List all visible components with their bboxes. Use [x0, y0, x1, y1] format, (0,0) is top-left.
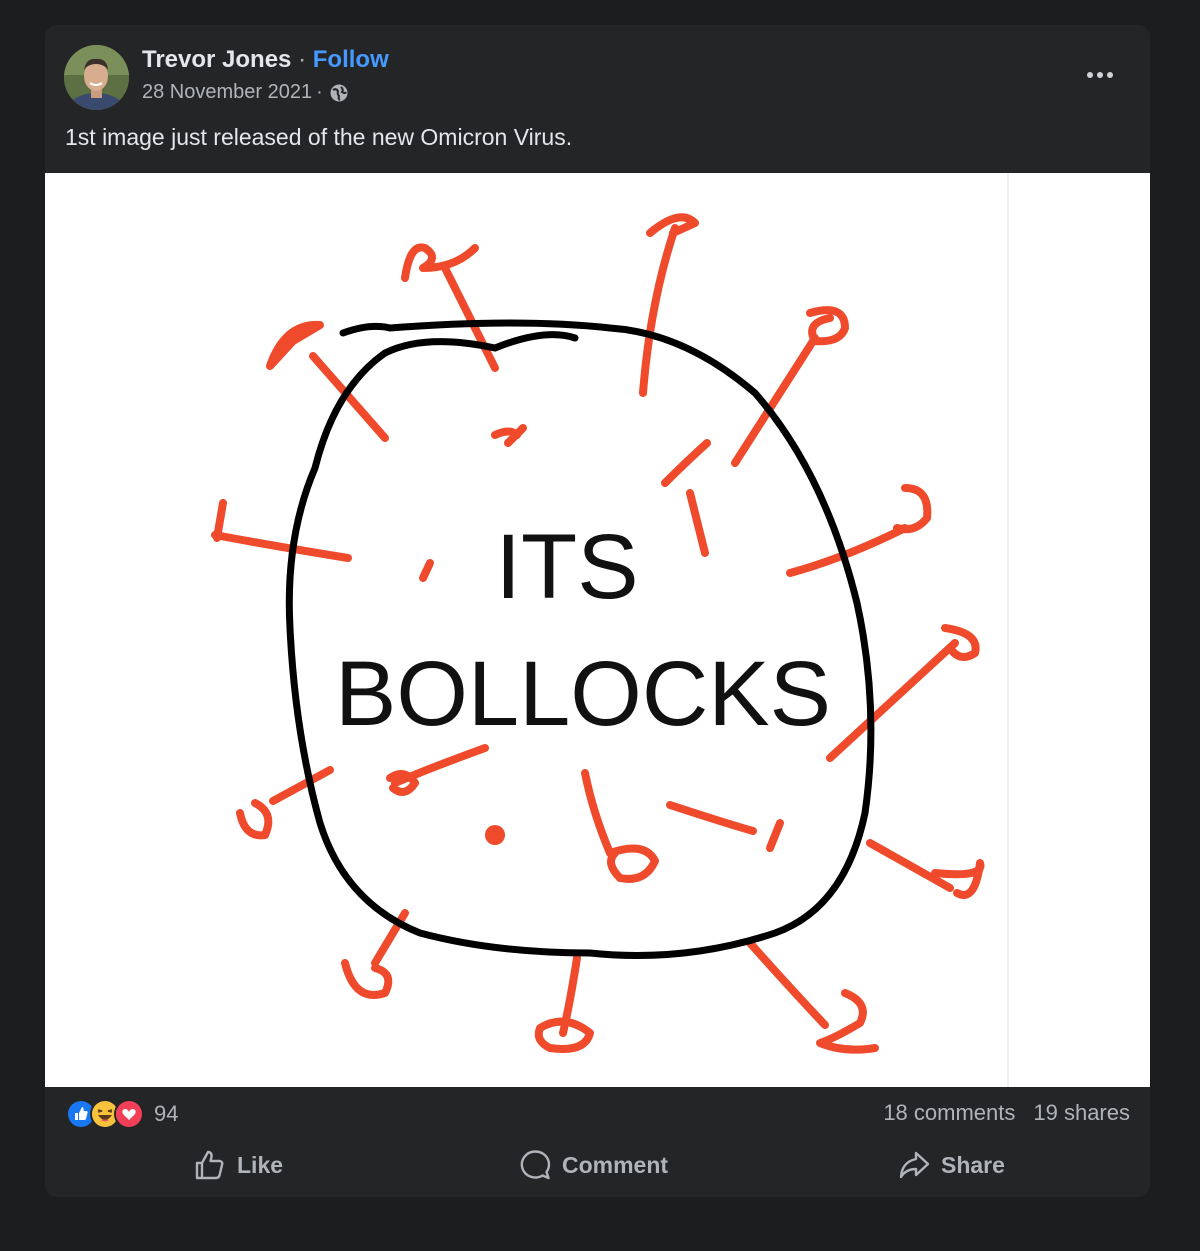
virus-outline: [285, 319, 875, 959]
post-meta: 28 November 2021 ·: [142, 81, 349, 104]
like-button[interactable]: Like: [193, 1143, 283, 1187]
more-options-icon[interactable]: [1080, 63, 1120, 87]
post-date[interactable]: 28 November 2021: [142, 81, 312, 104]
thumbs-up-icon: [195, 1150, 224, 1180]
share-label: Share: [941, 1151, 1005, 1178]
love-reaction-icon: [114, 1099, 144, 1129]
post-text: 1st image just released of the new Omicr…: [65, 124, 573, 150]
meta-separator: ·: [316, 81, 323, 103]
comment-button[interactable]: Comment: [518, 1143, 668, 1187]
image-text-line2: BOLLOCKS: [335, 643, 831, 745]
comment-count[interactable]: 18 comments: [883, 1100, 1015, 1125]
virus-drawing: ITS BOLLOCKS: [211, 213, 985, 1054]
comment-label: Comment: [562, 1151, 669, 1178]
post-card: Trevor Jones · Follow 28 November 2021 ·…: [45, 25, 1150, 1197]
follow-button[interactable]: Follow: [313, 46, 389, 73]
comment-bubble-icon: [520, 1150, 551, 1180]
share-arrow-icon: [899, 1151, 930, 1179]
reaction-count: 94: [154, 1101, 179, 1126]
reactions-summary[interactable]: 94: [66, 1097, 178, 1131]
like-label: Like: [237, 1151, 284, 1178]
avatar-photo: [64, 45, 129, 110]
avatar[interactable]: [64, 45, 129, 110]
image-text-line1: ITS: [495, 516, 638, 618]
author-name[interactable]: Trevor Jones: [142, 46, 291, 73]
author-separator: ·: [298, 46, 307, 73]
share-count[interactable]: 19 shares: [1033, 1100, 1130, 1125]
share-button[interactable]: Share: [897, 1143, 1005, 1187]
engagement-stats: 18 comments 19 shares: [883, 1100, 1130, 1126]
virus-dot: [485, 825, 505, 845]
post-image[interactable]: ITS BOLLOCKS: [45, 173, 1150, 1087]
globe-icon: [330, 84, 348, 101]
author-line: Trevor Jones · Follow: [142, 46, 389, 74]
